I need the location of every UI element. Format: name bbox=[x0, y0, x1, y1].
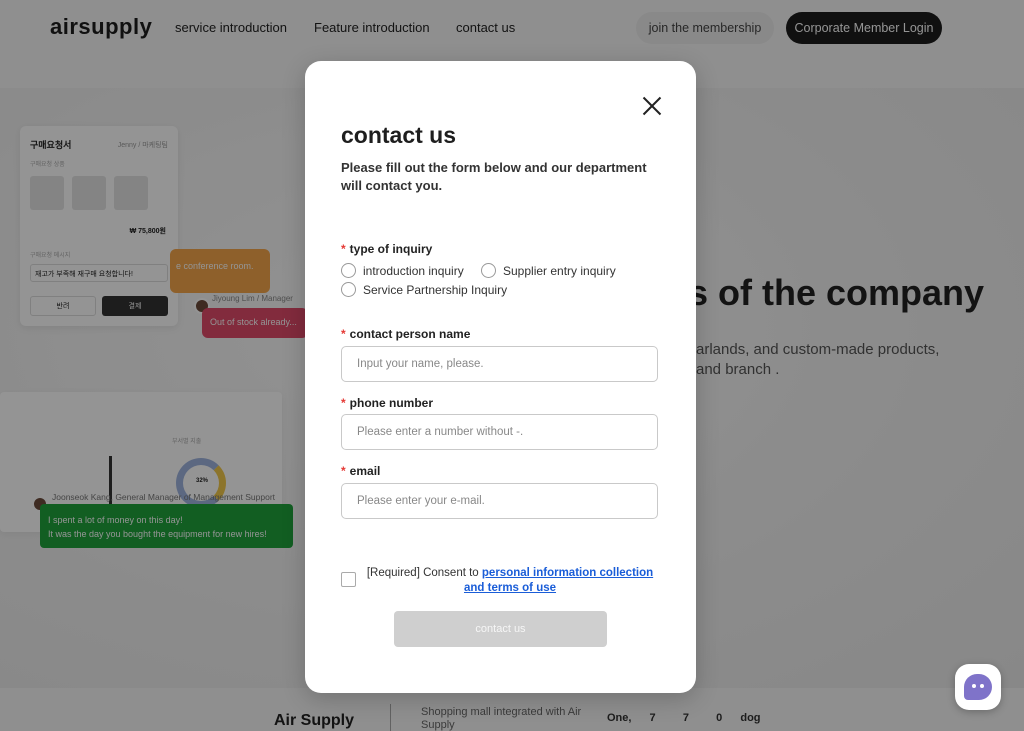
modal-description: Please fill out the form below and our d… bbox=[341, 160, 647, 193]
contact-modal: contact us Please fill out the form belo… bbox=[305, 61, 696, 693]
close-icon[interactable] bbox=[641, 95, 663, 117]
modal-title: contact us bbox=[341, 122, 457, 148]
required-mark: * bbox=[341, 327, 346, 341]
radio-button[interactable] bbox=[341, 263, 356, 278]
email-input[interactable] bbox=[341, 483, 658, 519]
radio-supplier-entry-inquiry[interactable]: Supplier entry inquiry bbox=[481, 263, 616, 278]
chat-widget-button[interactable] bbox=[955, 664, 1001, 710]
contact-name-label-text: contact person name bbox=[349, 327, 471, 341]
radio-label: Service Partnership Inquiry bbox=[363, 282, 508, 297]
radio-service-partnership-inquiry[interactable]: Service Partnership Inquiry bbox=[341, 282, 507, 297]
chatbot-icon bbox=[964, 674, 992, 700]
radio-introduction-inquiry[interactable]: introduction inquiry bbox=[341, 263, 464, 278]
consent-checkbox[interactable] bbox=[341, 572, 356, 587]
contact-name-input[interactable] bbox=[341, 346, 658, 382]
inquiry-type-label: * type of inquiry bbox=[341, 242, 432, 256]
radio-label: introduction inquiry bbox=[363, 263, 464, 278]
radio-button[interactable] bbox=[481, 263, 496, 278]
phone-number-label: * phone number bbox=[341, 396, 433, 410]
email-label-text: email bbox=[349, 464, 381, 478]
inquiry-type-label-text: type of inquiry bbox=[349, 242, 433, 256]
email-label: * email bbox=[341, 464, 380, 478]
required-mark: * bbox=[341, 396, 346, 410]
terms-link[interactable]: personal information collection and term… bbox=[464, 567, 653, 594]
contact-submit-button[interactable]: contact us bbox=[394, 611, 607, 647]
radio-label: Supplier entry inquiry bbox=[503, 263, 616, 278]
radio-button[interactable] bbox=[341, 282, 356, 297]
contact-name-label: * contact person name bbox=[341, 327, 470, 341]
consent-text: [Required] Consent to personal informati… bbox=[365, 566, 655, 596]
phone-number-label-text: phone number bbox=[349, 396, 434, 410]
required-mark: * bbox=[341, 464, 346, 478]
required-mark: * bbox=[341, 242, 346, 256]
consent-prefix: [Required] Consent to bbox=[366, 567, 482, 579]
phone-number-input[interactable] bbox=[341, 414, 658, 450]
